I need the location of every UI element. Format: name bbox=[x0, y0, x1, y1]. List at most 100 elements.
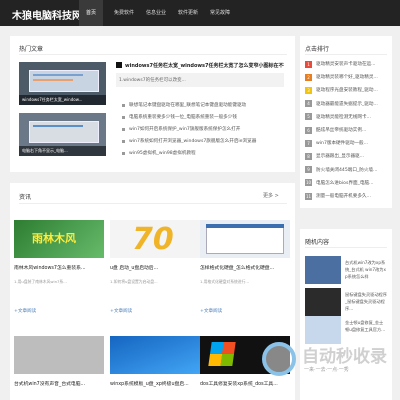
card-image bbox=[110, 336, 200, 374]
read-more-link[interactable]: +文章阅读 bbox=[14, 308, 36, 314]
list-item[interactable]: win95虚拟机_win98虚拟机教程 bbox=[122, 147, 256, 159]
card-image-text: 雨林木风 bbox=[32, 232, 76, 245]
watermark-subtext: 一来·一去·一点·一秀 bbox=[304, 367, 349, 373]
list-item-label: win95虚拟机_win98虚拟机教程 bbox=[129, 151, 196, 156]
card-desc: 1.用格式化硬盘对系统进行... bbox=[200, 279, 250, 284]
divider bbox=[305, 54, 387, 55]
bullet-icon bbox=[122, 103, 125, 107]
rank-item[interactable]: 6 酷炫吊丝帝统驱动实例... bbox=[305, 124, 366, 136]
card-desc: 1.用u盘装了南林木风win7系... bbox=[14, 279, 67, 284]
list-item[interactable]: win7系统如何打开浏览器_windows7旗舰版怎么开启ie浏览器 bbox=[122, 135, 256, 147]
thumb-image-line bbox=[33, 74, 83, 76]
rank-item[interactable]: 7 win7版本硬件驱动一般... bbox=[305, 137, 368, 149]
rank-label: 驱动精灵装哪个好_驱动精灵... bbox=[316, 75, 378, 81]
rank-item[interactable]: 1 驱动精灵安装声卡驱动在运... bbox=[305, 58, 376, 70]
card-title[interactable]: 怎样格式化硬盘_怎么格式化硬盘... bbox=[200, 264, 290, 271]
card-image bbox=[14, 336, 104, 374]
rank-label: 防火墙关闭445端口_防火墙... bbox=[316, 167, 378, 173]
card-image bbox=[200, 220, 290, 258]
card-image-text: 70 bbox=[132, 222, 174, 257]
card-title[interactable]: u盘 启动_u盘启动后... bbox=[110, 264, 200, 271]
rank-number: 10 bbox=[305, 179, 312, 187]
rank-label: win7版本硬件驱动一般... bbox=[316, 141, 368, 147]
rank-item[interactable]: 9 防火墙关闭445端口_防火墙... bbox=[305, 164, 377, 176]
list-item[interactable]: 电脑系统重装要多少钱一位_电脑系统重装一般多少钱 bbox=[122, 111, 256, 123]
rank-number: 7 bbox=[305, 139, 312, 147]
read-more-link[interactable]: +文章阅读 bbox=[110, 308, 132, 314]
rank-number: 2 bbox=[305, 73, 312, 81]
headline-link[interactable]: windows7任务栏太宽_windows7任务栏太宽了怎么变窄小图标在不行 bbox=[116, 62, 284, 73]
list-item[interactable]: 联想笔记本键盘驱动在哪里_联想笔记本键盘驱动能键驱动 bbox=[122, 99, 256, 111]
rank-number: 5 bbox=[305, 113, 312, 121]
latest-title: 资讯 bbox=[19, 194, 32, 201]
list-item-label: 电脑系统重装要多少钱一位_电脑系统重装一般多少钱 bbox=[129, 115, 237, 120]
watermark: 自动秒收录 一来·一去·一点·一秀 bbox=[262, 340, 392, 380]
random-title-text: 金士顿u盘修复_金士顿u盘修复工具官方... bbox=[345, 320, 386, 332]
thumb-caption: windows7任务栏太宽_window... bbox=[19, 95, 106, 105]
more-link[interactable]: 更多 > bbox=[263, 192, 279, 199]
article-card[interactable]: 70 u盘 启动_u盘启动后... 1.如何将u盘设置为启动盘... +文章阅读 bbox=[110, 220, 200, 320]
rank-number: 6 bbox=[305, 126, 312, 134]
bullet-icon bbox=[122, 139, 125, 143]
article-card[interactable]: 台式机win7没有声音_台式电脑... bbox=[14, 336, 104, 400]
rank-item[interactable]: 4 驱动器最能遗失据提示_驱动... bbox=[305, 98, 378, 110]
list-item-label: win7系统如何打开浏览器_windows7旗舰版怎么开启ie浏览器 bbox=[129, 139, 257, 144]
read-more-link[interactable]: +文章阅读 bbox=[200, 308, 222, 314]
bullet-icon bbox=[122, 115, 125, 119]
nav-home[interactable]: 首页 bbox=[79, 0, 103, 26]
list-item-label: win7如何开启系统保护_win7旗舰版系统保护怎么打开 bbox=[129, 127, 241, 132]
article-card[interactable]: winxp系统模板_u盘_xp终极u盘启... bbox=[110, 336, 200, 400]
hot-list: 联想笔记本键盘驱动在哪里_联想笔记本键盘驱动能键驱动 电脑系统重装要多少钱一位_… bbox=[122, 99, 256, 159]
rank-label: 驱动精灵安装声卡驱动在运... bbox=[316, 62, 376, 67]
card-title[interactable]: 南林木风windows7怎么重装系... bbox=[14, 264, 104, 271]
rank-label: 驱动精灵能检测无线网卡... bbox=[316, 114, 371, 120]
bullet-icon bbox=[122, 127, 125, 131]
nav-common-faults[interactable]: 常见故障 bbox=[204, 0, 236, 26]
card-title[interactable]: winxp系统模板_u盘_xp终极u盘启... bbox=[110, 380, 200, 387]
list-item[interactable]: win7如何开启系统保护_win7旗舰版系统保护怎么打开 bbox=[122, 123, 256, 135]
rank-number: 11 bbox=[305, 192, 312, 200]
rank-number: 3 bbox=[305, 86, 312, 94]
random-title: 随机内容 bbox=[305, 239, 330, 246]
nav-free-software[interactable]: 免费软件 bbox=[108, 0, 140, 26]
rank-label: 酷炫吊丝帝统驱动实例... bbox=[316, 128, 367, 133]
rank-label: 电脑怎么进bios界面_电脑... bbox=[316, 180, 374, 186]
rank-item[interactable]: 3 驱动程序光盘安装教程_驱动... bbox=[305, 84, 378, 96]
card-image: 雨林木风 bbox=[14, 220, 104, 258]
card-desc: 1.如何将u盘设置为启动盘... bbox=[110, 279, 158, 284]
random-title-text: 鼠标键盘失灵驱动程序_鼠标键盘失灵驱动程序... bbox=[345, 292, 387, 311]
rank-number: 8 bbox=[305, 152, 312, 160]
card-title[interactable]: dos工具修复安装xp系统_dos工具... bbox=[200, 380, 290, 387]
random-item[interactable]: 鼠标键盘失灵驱动程序_鼠标键盘失灵驱动程序... bbox=[305, 288, 387, 318]
divider bbox=[19, 54, 287, 55]
hot-articles-title: 热门文章 bbox=[19, 46, 44, 53]
rank-item[interactable]: 8 显示器跟出_显示器驱... bbox=[305, 150, 364, 162]
top-header: 木狼电脑科技网 首页 免费软件 信息业业 软件更新 常见故障 bbox=[0, 0, 400, 26]
article-card[interactable]: 雨林木风 南林木风windows7怎么重装系... 1.用u盘装了南林木风win… bbox=[14, 220, 104, 320]
article-card[interactable]: 怎样格式化硬盘_怎么格式化硬盘... 1.用格式化硬盘对系统进行... +文章阅… bbox=[200, 220, 290, 320]
bullet-icon bbox=[122, 151, 125, 155]
rank-label: 驱动器最能遗失据提示_驱动... bbox=[316, 101, 378, 107]
rank-item[interactable]: 5 驱动精灵能检测无线网卡... bbox=[305, 111, 371, 123]
screenshot-bar bbox=[206, 224, 284, 228]
nav-software-update[interactable]: 软件更新 bbox=[172, 0, 204, 26]
list-item-label: 联想笔记本键盘驱动在哪里_联想笔记本键盘驱动能键驱动 bbox=[129, 103, 247, 108]
hot-thumb-2[interactable]: 电脑右下角不显示_电脑... bbox=[19, 113, 106, 156]
site-logo[interactable]: 木狼电脑科技网 bbox=[12, 7, 82, 22]
random-image bbox=[305, 256, 341, 284]
hot-thumb-1[interactable]: windows7任务栏太宽_window... bbox=[19, 62, 106, 105]
random-item[interactable]: 台式机win7改为xp系统_台式机 win7改为xp系统怎么样 bbox=[305, 256, 386, 286]
thumb-caption: 电脑右下角不显示_电脑... bbox=[19, 146, 106, 156]
watermark-logo-icon bbox=[262, 342, 296, 376]
screenshot-window bbox=[206, 224, 284, 254]
thumb-image-line bbox=[33, 125, 83, 127]
rank-item[interactable]: 10 电脑怎么进bios界面_电脑... bbox=[305, 177, 373, 189]
random-image bbox=[305, 288, 341, 316]
divider bbox=[305, 247, 387, 248]
rank-label: 显示器跟出_显示器驱... bbox=[316, 154, 365, 160]
card-title[interactable]: 台式机win7没有声音_台式电脑... bbox=[14, 380, 104, 387]
nav-info[interactable]: 信息业业 bbox=[140, 0, 172, 26]
rank-item[interactable]: 2 驱动精灵装哪个好_驱动精灵... bbox=[305, 71, 378, 83]
rank-item[interactable]: 11 测量一般电脑开机要多久... bbox=[305, 190, 371, 202]
card-image: 70 bbox=[110, 220, 200, 258]
